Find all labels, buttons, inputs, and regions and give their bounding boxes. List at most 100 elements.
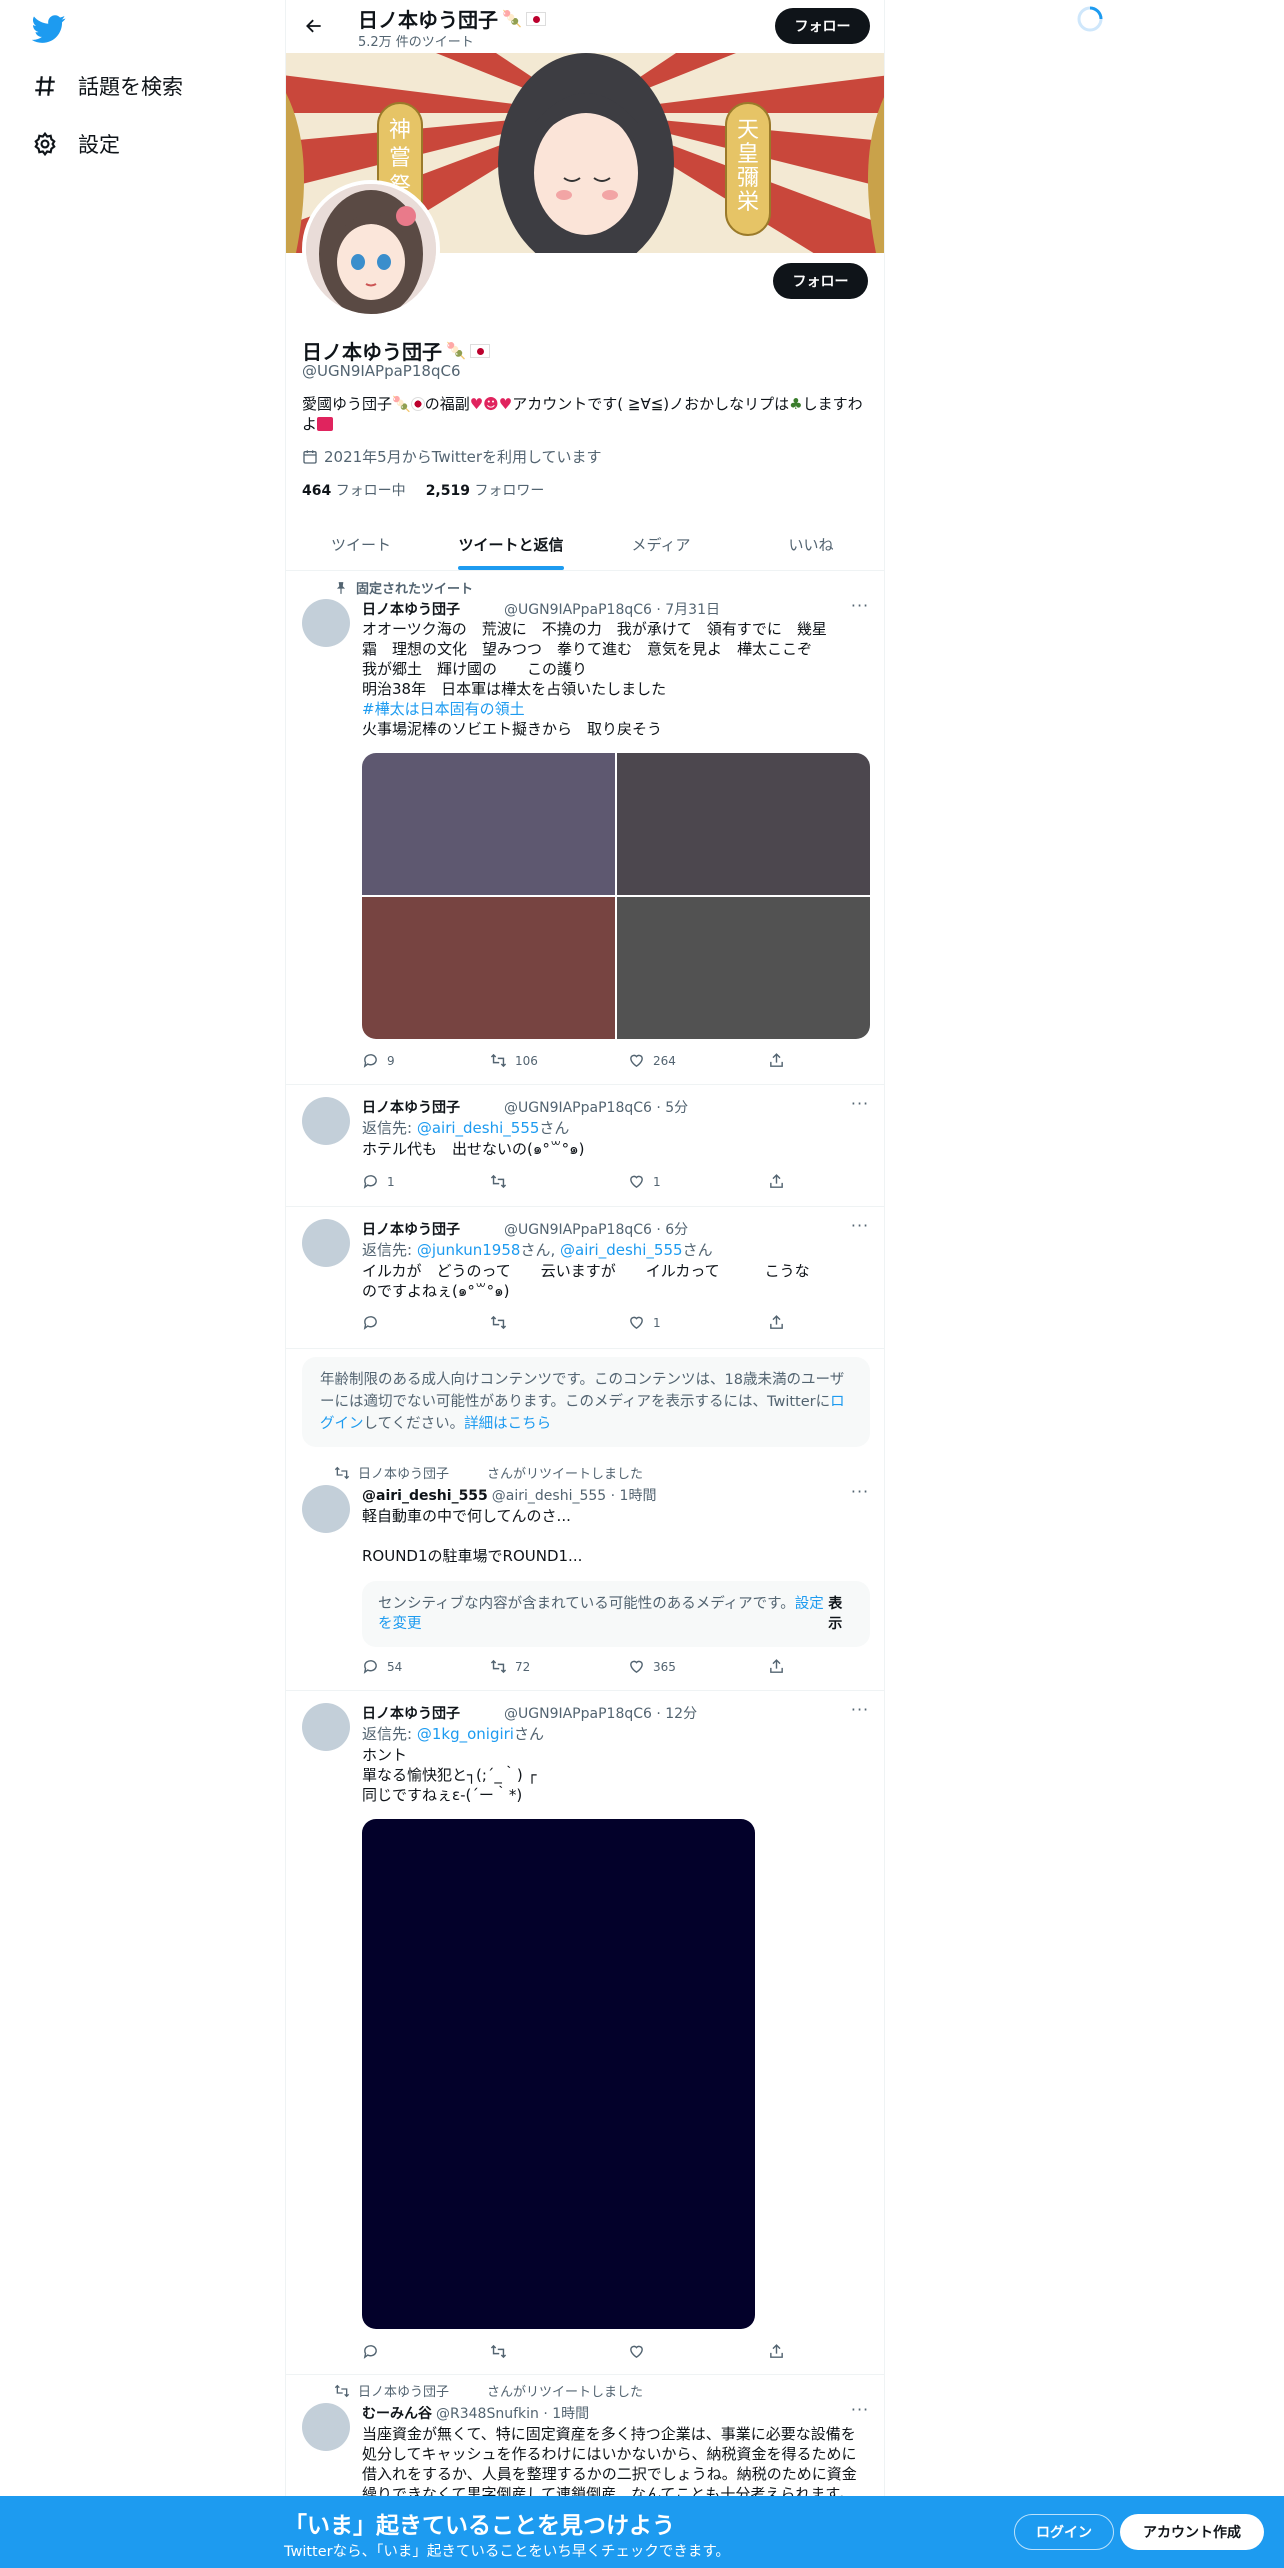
tweet[interactable]: 日ノ本ゆう団子 @UGN9IAPpaP18qC6 · 6分 ··· 返信先: @…: [286, 1207, 884, 1349]
tweet-line: のですよねぇ(๑°꒳°๑): [362, 1282, 510, 1300]
back-button[interactable]: [296, 8, 332, 44]
reply-button[interactable]: 1: [362, 1173, 395, 1190]
author-name[interactable]: 日ノ本ゆう団子: [362, 1097, 460, 1117]
tab-tweets-replies[interactable]: ツイートと返信: [436, 518, 586, 570]
japan-flag-icon: [525, 11, 546, 26]
more-icon[interactable]: ···: [850, 2402, 870, 2423]
retweet-button[interactable]: 72: [490, 1658, 530, 1675]
profile-bio: 愛國ゆう団子🍡 の福副♥☻♥アカウントです( ≧∀≦)ノおかしなリプは♣しますわよ: [302, 394, 870, 434]
mention-link[interactable]: @airi_deshi_555: [417, 1119, 540, 1137]
tweet-actions: 1: [362, 1314, 792, 1334]
author-meta[interactable]: @UGN9IAPpaP18qC6 · 5分: [504, 1097, 688, 1117]
avatar[interactable]: [302, 1219, 350, 1267]
more-icon[interactable]: ···: [850, 1702, 870, 1723]
avatar[interactable]: [302, 1097, 350, 1145]
nav-settings[interactable]: 設定: [32, 124, 120, 164]
tweet-line: イルカが どうのって 云いますが イルカって こうな: [362, 1262, 810, 1280]
mention-link[interactable]: @1kg_onigiri: [417, 1725, 514, 1743]
photo-1[interactable]: [362, 753, 615, 895]
more-icon[interactable]: ···: [850, 1484, 870, 1505]
author-name[interactable]: 日ノ本ゆう団子: [362, 1703, 460, 1723]
share-icon: [770, 2344, 783, 2358]
author-meta[interactable]: @airi_deshi_555 · 1時間: [492, 1485, 657, 1505]
author-meta[interactable]: @UGN9IAPpaP18qC6 · 7月31日: [504, 599, 720, 619]
more-icon[interactable]: ···: [850, 1218, 870, 1239]
profile-follow-button[interactable]: フォロー: [773, 263, 868, 299]
author-meta[interactable]: @R348Snufkin · 1時間: [436, 2403, 589, 2423]
tweet-text: イルカが どうのって 云いますが イルカって こうな のですよねぇ(๑°꒳°๑): [362, 1261, 870, 1301]
twitter-bird-icon[interactable]: [32, 12, 66, 46]
author-name[interactable]: 日ノ本ゆう団子: [362, 1219, 460, 1239]
reply-suffix: さん: [539, 1119, 570, 1137]
retweet-button[interactable]: [490, 1173, 507, 1190]
nav-explore[interactable]: 話題を検索: [32, 66, 183, 106]
like-button[interactable]: 1: [628, 1314, 661, 1331]
photo-grid: [362, 753, 870, 1039]
reply-button[interactable]: [362, 1314, 379, 1331]
like-count: 1: [653, 1315, 661, 1330]
sensitive-media-warning: センシティブな内容が含まれている可能性のあるメディアです。設定を変更 表示: [362, 1581, 870, 1647]
share-button[interactable]: [768, 1658, 785, 1675]
share-button[interactable]: [768, 2343, 785, 2360]
profile-stats: 464 フォロー中 2,519 フォロワー: [302, 480, 544, 500]
share-button[interactable]: [768, 1052, 785, 1069]
login-button[interactable]: ログイン: [1014, 2514, 1114, 2550]
mention-link[interactable]: @junkun1958: [417, 1241, 521, 1259]
like-button[interactable]: 1: [628, 1173, 661, 1190]
retweet-button[interactable]: [490, 1314, 507, 1331]
like-button[interactable]: [628, 2343, 645, 2360]
tweet-actions: 54 72 365: [362, 1658, 792, 1678]
following-label: フォロー中: [335, 483, 406, 499]
like-button[interactable]: 365: [628, 1658, 676, 1675]
retweeter-name[interactable]: 日ノ本ゆう団子: [358, 1463, 449, 1482]
reply-count: 54: [387, 1659, 403, 1674]
author-name[interactable]: @airi_deshi_555: [362, 1488, 488, 1504]
tweet-retweet[interactable]: 日ノ本ゆう団子 さんがリツイートしました @airi_deshi_555 @air…: [286, 1457, 884, 1691]
tweet-pinned[interactable]: 固定されたツイート 日ノ本ゆう団子 @UGN9IAPpaP18qC6 · 7月3…: [286, 571, 884, 1085]
like-button[interactable]: 264: [628, 1052, 676, 1069]
more-icon[interactable]: ···: [850, 598, 870, 619]
retweeter-name[interactable]: 日ノ本ゆう団子: [358, 2381, 449, 2400]
retweet-button[interactable]: [490, 2343, 507, 2360]
retweet-button[interactable]: 106: [490, 1052, 538, 1069]
signup-button[interactable]: アカウント作成: [1120, 2514, 1264, 2550]
tweet[interactable]: 日ノ本ゆう団子 @UGN9IAPpaP18qC6 · 5分 ··· 返信先: @…: [286, 1085, 884, 1207]
photo-4[interactable]: [617, 897, 870, 1039]
mention-link[interactable]: @airi_deshi_555: [560, 1241, 683, 1259]
tab-tweets[interactable]: ツイート: [286, 518, 436, 570]
header-follow-button[interactable]: フォロー: [775, 8, 870, 44]
reply-icon: [363, 1175, 377, 1189]
author-name[interactable]: 日ノ本ゆう団子: [362, 599, 460, 619]
avatar[interactable]: [302, 599, 350, 647]
reply-button[interactable]: [362, 2343, 379, 2360]
reply-context: 返信先: @1kg_onigiriさん: [362, 1723, 544, 1744]
hashtag-icon: [35, 76, 55, 96]
show-media-button[interactable]: 表示: [828, 1594, 854, 1634]
tab-likes[interactable]: いいね: [736, 518, 884, 570]
avatar[interactable]: [302, 1485, 350, 1533]
followers-link[interactable]: 2,519 フォロワー: [426, 480, 545, 500]
author-name[interactable]: むーみん谷: [362, 2403, 432, 2423]
author-meta[interactable]: @UGN9IAPpaP18qC6 · 6分: [504, 1219, 688, 1239]
reply-button[interactable]: 54: [362, 1658, 402, 1675]
more-icon[interactable]: ···: [850, 1096, 870, 1117]
tab-media[interactable]: メディア: [586, 518, 736, 570]
header-tweet-count: 5.2万 件のツイート: [358, 35, 474, 50]
reply-button[interactable]: 9: [362, 1052, 395, 1069]
notice-details-link[interactable]: 詳細はこちら: [464, 1416, 551, 1432]
tweet-media[interactable]: [362, 1819, 755, 2329]
dango-emoji-icon: 🍡: [392, 395, 411, 413]
photo-2[interactable]: [617, 753, 870, 895]
retweet-icon: [490, 1053, 507, 1068]
hashtag-link[interactable]: #樺太は日本固有の領土: [362, 699, 870, 719]
age-restricted-container: 年齢制限のある成人向けコンテンツです。このコンテンツは、18歳未満のユーザーには…: [286, 1349, 884, 1457]
avatar[interactable]: [302, 1703, 350, 1751]
share-button[interactable]: [768, 1314, 785, 1331]
share-button[interactable]: [768, 1173, 785, 1190]
following-link[interactable]: 464 フォロー中: [302, 480, 406, 500]
author-meta[interactable]: @UGN9IAPpaP18qC6 · 12分: [504, 1703, 697, 1723]
avatar[interactable]: [302, 2403, 350, 2451]
profile-avatar[interactable]: [302, 180, 440, 318]
tweet[interactable]: 日ノ本ゆう団子 @UGN9IAPpaP18qC6 · 12分 ··· 返信先: …: [286, 1691, 884, 2375]
photo-3[interactable]: [362, 897, 615, 1039]
